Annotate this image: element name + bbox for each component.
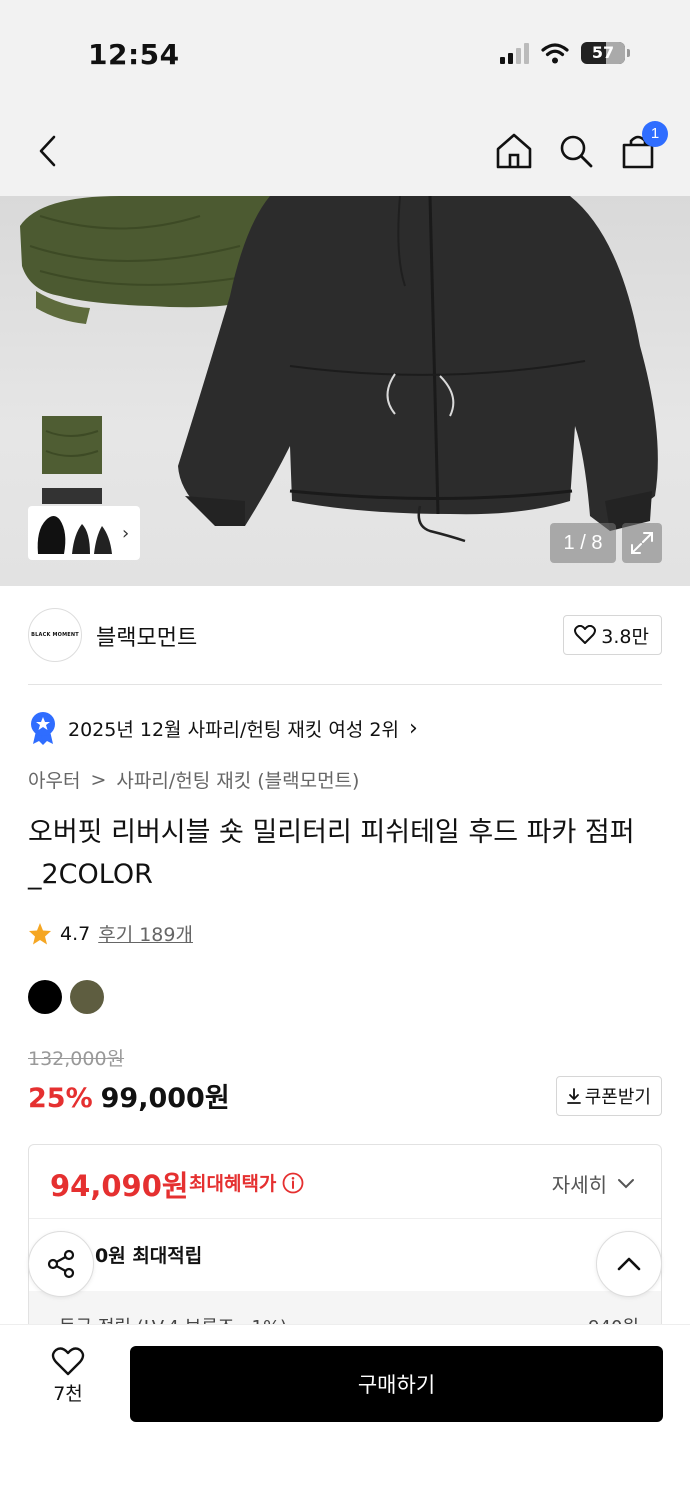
- ranking-text: 2025년 12월 사파리/헌팅 재킷 여성 2위: [68, 718, 399, 741]
- coupon-label: 쿠폰받기: [584, 1087, 651, 1108]
- back-button[interactable]: [24, 127, 72, 175]
- detail-label: 자세히: [551, 1173, 607, 1197]
- breadcrumb-subcategory[interactable]: 사파리/헌팅 재킷 (블랙모먼트): [116, 766, 359, 793]
- cart-button[interactable]: 1: [614, 121, 668, 175]
- color-options: [28, 980, 104, 1014]
- search-icon: [560, 135, 593, 168]
- home-icon: [496, 133, 532, 169]
- benefit-box: 94,090원 최대혜택가 자세히 0원 최대적립 등급 적립 (LV.4 브론…: [28, 1144, 662, 1344]
- home-button[interactable]: [490, 127, 538, 175]
- download-icon: [566, 1088, 581, 1104]
- search-button[interactable]: [552, 127, 600, 175]
- max-benefit-label-text: 최대혜택가: [189, 1173, 277, 1195]
- status-icons: 57: [500, 42, 630, 64]
- info-icon: [283, 1172, 304, 1193]
- rating-row[interactable]: 4.7 후기 189개: [28, 920, 193, 947]
- original-price: 132,000원: [28, 1048, 125, 1070]
- brand-row[interactable]: BLACK MOMENT 블랙모먼트 3.8만: [28, 600, 662, 670]
- thumbnail-image: [37, 516, 112, 554]
- expand-button[interactable]: [622, 523, 662, 563]
- discount-rate: 25%: [28, 1083, 93, 1114]
- ranking-badge-icon: [31, 712, 55, 745]
- cart-badge: 1: [642, 121, 668, 147]
- color-swatch-olive[interactable]: [70, 980, 104, 1014]
- wishlist-button[interactable]: 7천: [40, 1347, 96, 1406]
- chevron-right-icon: ›: [408, 715, 418, 741]
- share-button[interactable]: [28, 1231, 94, 1297]
- battery-icon: 57: [581, 42, 625, 64]
- share-icon: [47, 1249, 75, 1279]
- expand-icon: [631, 532, 653, 554]
- product-title: 오버핏 리버시블 숏 밀리터리 피쉬테일 후드 파카 점퍼_2COLOR: [28, 817, 635, 890]
- wifi-icon: [541, 43, 569, 64]
- breadcrumb-separator: >: [90, 768, 107, 791]
- product-image-gallery[interactable]: › 1 / 8: [0, 196, 690, 586]
- buy-button[interactable]: 구매하기: [130, 1346, 663, 1422]
- chevron-up-icon: [617, 1257, 641, 1271]
- chevron-right-icon: ›: [122, 522, 130, 544]
- signal-icon: [500, 42, 529, 64]
- image-counter: 1 / 8: [550, 523, 616, 563]
- breadcrumb-category[interactable]: 아우터: [28, 766, 80, 793]
- bottom-action-bar: 7천 구매하기: [0, 1324, 690, 1500]
- ranking-banner[interactable]: 2025년 12월 사파리/헌팅 재킷 여성 2위 ›: [28, 710, 418, 746]
- max-benefit-label[interactable]: 최대혜택가: [189, 1169, 304, 1196]
- scroll-top-button[interactable]: [596, 1231, 662, 1297]
- status-time: 12:54: [88, 38, 180, 71]
- sale-price: 99,000원: [100, 1083, 230, 1114]
- brand-name[interactable]: 블랙모먼트: [96, 620, 197, 652]
- color-swatch-black[interactable]: [28, 980, 62, 1014]
- brand-like-count: 3.8만: [601, 625, 649, 648]
- heart-icon: [51, 1347, 85, 1376]
- color-thumbnails[interactable]: ›: [28, 506, 140, 560]
- star-icon: [29, 922, 51, 944]
- breadcrumb: 아우터 > 사파리/헌팅 재킷 (블랙모먼트): [28, 766, 359, 793]
- status-bar: 12:54 57: [0, 0, 690, 105]
- benefit-detail-toggle[interactable]: 자세히: [552, 1169, 635, 1198]
- heart-icon: [574, 625, 597, 644]
- chevron-down-icon: [618, 1178, 634, 1188]
- brand-logo[interactable]: BLACK MOMENT: [28, 608, 82, 662]
- review-count-link[interactable]: 후기 189개: [98, 920, 193, 947]
- max-points-text: 0원 최대적립: [95, 1245, 203, 1267]
- battery-tip: [627, 49, 630, 57]
- benefit-summary: 94,090원 최대혜택가 자세히: [29, 1145, 661, 1219]
- wishlist-count: 7천: [53, 1383, 83, 1405]
- back-icon: [39, 135, 56, 167]
- brand-like-button[interactable]: 3.8만: [563, 615, 662, 655]
- top-nav: 1: [0, 105, 690, 197]
- coupon-button[interactable]: 쿠폰받기: [555, 1076, 662, 1116]
- price-row: 25% 99,000원: [28, 1076, 230, 1115]
- divider: [28, 684, 662, 685]
- rating-score: 4.7: [60, 922, 91, 945]
- max-benefit-price: 94,090원: [50, 1169, 189, 1203]
